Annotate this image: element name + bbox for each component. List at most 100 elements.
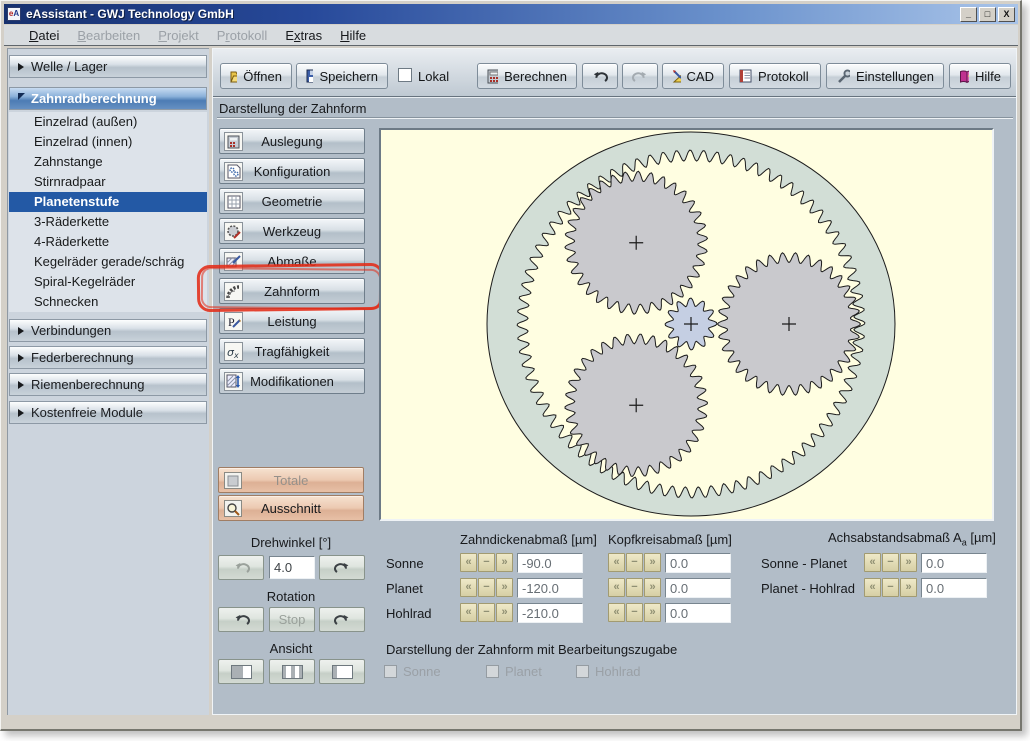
nav-werkzeug-button[interactable]: Werkzeug (219, 218, 365, 244)
sidebar-group-kostenfreie-module[interactable]: Kostenfreie Module (9, 401, 207, 424)
sidebar-group-riemenberechnung[interactable]: Riemenberechnung (9, 373, 207, 396)
reset-button[interactable]: − (882, 578, 899, 597)
local-checkbox[interactable] (398, 68, 412, 82)
maximize-button[interactable]: □ (979, 7, 996, 22)
sidebar-group-zahnradberechnung[interactable]: Zahnradberechnung (9, 87, 207, 110)
sidebar-item-stirnradpaar[interactable]: Stirnradpaar (9, 172, 207, 192)
view-split-pane-icon (282, 665, 303, 679)
close-button[interactable]: X (998, 7, 1015, 22)
sidebar-item-schnecken[interactable]: Schnecken (9, 292, 207, 312)
sidebar-item-einzelrad-innen[interactable]: Einzelrad (innen) (9, 132, 207, 152)
nav-abmasse-button[interactable]: Abmaße (219, 248, 365, 274)
increment-fast-button[interactable]: » (900, 578, 917, 597)
sidebar-item-einzelrad-aussen[interactable]: Einzelrad (außen) (9, 112, 207, 132)
save-button[interactable]: Speichern (296, 63, 388, 89)
sidebar-item-zahnstange[interactable]: Zahnstange (9, 152, 207, 172)
achs-sonne-planet-input[interactable] (921, 553, 987, 573)
view-left-button[interactable] (218, 659, 264, 684)
zahndicken-sonne-input[interactable] (517, 553, 583, 573)
title-bar: eA eAssistant - GWJ Technology GmbH _ □ … (4, 4, 1018, 24)
kopfkreis-hohlrad-spinner: «−» (608, 603, 661, 622)
row-label-sonne-planet: Sonne - Planet (761, 556, 847, 571)
sidebar-group-welle-lager[interactable]: Welle / Lager (9, 55, 207, 78)
rotate-cw-button[interactable] (319, 607, 365, 632)
menu-datei[interactable]: Datei (20, 26, 68, 45)
decrement-fast-button[interactable]: « (460, 603, 477, 622)
sidebar-group-label: Welle / Lager (31, 59, 107, 74)
increment-fast-button[interactable]: » (644, 578, 661, 597)
open-button[interactable]: Öffnen (220, 63, 292, 89)
decrement-fast-button[interactable]: « (608, 603, 625, 622)
rotate-ccw-button[interactable] (218, 607, 264, 632)
view-full-button[interactable] (319, 659, 365, 684)
increment-fast-button[interactable]: » (496, 603, 513, 622)
ausschnitt-button[interactable]: Ausschnitt (218, 495, 364, 521)
row-label-sonne: Sonne (386, 556, 424, 571)
menu-hilfe[interactable]: Hilfe (331, 26, 375, 45)
decrement-fast-button[interactable]: « (864, 553, 881, 572)
kopfkreis-sonne-input[interactable] (665, 553, 731, 573)
nav-geometrie-button[interactable]: Geometrie (219, 188, 365, 214)
redo-button (622, 63, 658, 89)
increment-fast-button[interactable]: » (496, 553, 513, 572)
rotate-step-cw-button[interactable] (319, 555, 365, 580)
sidebar-item-4-raederkette[interactable]: 4-Räderkette (9, 232, 207, 252)
increment-fast-button[interactable]: » (644, 553, 661, 572)
kopfkreis-hohlrad-input[interactable] (665, 603, 731, 623)
grid-icon (224, 192, 243, 211)
sidebar-item-kegelraeder[interactable]: Kegelräder gerade/schräg (9, 252, 207, 272)
sidebar-group-federberechnung[interactable]: Federberechnung (9, 346, 207, 369)
rotate-step-ccw-button[interactable] (218, 555, 264, 580)
decrement-fast-button[interactable]: « (608, 553, 625, 572)
hatch-pencil-icon (224, 252, 243, 271)
stop-button: Stop (269, 607, 315, 632)
decrement-fast-button[interactable]: « (608, 578, 625, 597)
sidebar: Welle / Lager Zahnradberechnung Einzelra… (7, 48, 209, 715)
sidebar-item-3-raederkette[interactable]: 3-Räderkette (9, 212, 207, 232)
kopfkreis-planet-input[interactable] (665, 578, 731, 598)
sidebar-group-label: Federberechnung (31, 350, 134, 365)
decrement-fast-button[interactable]: « (460, 553, 477, 572)
nav-zahnform-button[interactable]: Zahnform (219, 278, 365, 304)
nav-konfiguration-button[interactable]: Konfiguration (219, 158, 365, 184)
undo-button[interactable] (582, 63, 618, 89)
view-split-button[interactable] (269, 659, 315, 684)
section-separator (217, 117, 1013, 119)
zahndicken-hohlrad-input[interactable] (517, 603, 583, 623)
settings-button[interactable]: Einstellungen (826, 63, 944, 89)
sidebar-item-spiral-kegelraeder[interactable]: Spiral-Kegelräder (9, 272, 207, 292)
increment-fast-button[interactable]: » (496, 578, 513, 597)
menu-extras[interactable]: Extras (276, 26, 331, 45)
gear-canvas[interactable] (379, 128, 994, 521)
drehwinkel-input[interactable] (269, 556, 315, 579)
kopfkreis-header: Kopfkreisabmaß [µm] (608, 532, 732, 547)
increment-fast-button[interactable]: » (644, 603, 661, 622)
calculate-button[interactable]: Berechnen (477, 63, 577, 89)
protocol-button[interactable]: Protokoll (729, 63, 821, 89)
nav-tragfaehigkeit-button[interactable]: σx Tragfähigkeit (219, 338, 365, 364)
reset-button[interactable]: − (882, 553, 899, 572)
reset-button[interactable]: − (478, 578, 495, 597)
help-button[interactable]: Hilfe (949, 63, 1011, 89)
decrement-fast-button[interactable]: « (864, 578, 881, 597)
sidebar-group-label: Verbindungen (31, 323, 111, 338)
folder-open-icon (230, 70, 237, 83)
app-window: eA eAssistant - GWJ Technology GmbH _ □ … (0, 0, 1022, 731)
sidebar-item-planetenstufe[interactable]: Planetenstufe (9, 192, 207, 212)
reset-button[interactable]: − (478, 603, 495, 622)
achs-planet-hohlrad-input[interactable] (921, 578, 987, 598)
app-icon: eA (7, 7, 21, 21)
minimize-button[interactable]: _ (960, 7, 977, 22)
nav-auslegung-button[interactable]: Auslegung (219, 128, 365, 154)
cad-button[interactable]: CAD (662, 63, 724, 89)
reset-button[interactable]: − (626, 603, 643, 622)
decrement-fast-button[interactable]: « (460, 578, 477, 597)
nav-modifikationen-button[interactable]: Modifikationen (219, 368, 365, 394)
reset-button[interactable]: − (626, 553, 643, 572)
nav-leistung-button[interactable]: P Leistung (219, 308, 365, 334)
zahndicken-planet-input[interactable] (517, 578, 583, 598)
reset-button[interactable]: − (478, 553, 495, 572)
reset-button[interactable]: − (626, 578, 643, 597)
increment-fast-button[interactable]: » (900, 553, 917, 572)
sidebar-group-verbindungen[interactable]: Verbindungen (9, 319, 207, 342)
